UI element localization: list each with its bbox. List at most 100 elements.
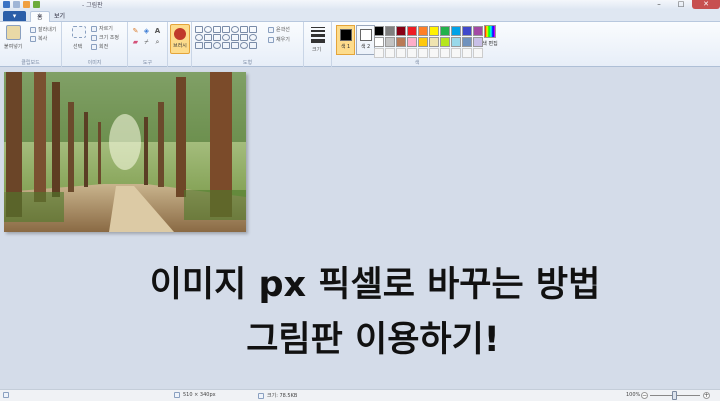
resize-icon [91,34,97,41]
select-icon[interactable] [72,26,86,38]
redo-icon[interactable] [33,1,40,8]
color-picker-icon[interactable]: ⌿ [142,38,151,47]
color-swatch[interactable] [462,48,472,58]
outline-button[interactable]: 윤곽선 [268,26,290,33]
color-swatch[interactable] [451,48,461,58]
color-swatch[interactable] [385,37,395,47]
color-swatch[interactable] [396,26,406,36]
shape-option[interactable] [195,26,203,33]
color-swatch[interactable] [440,48,450,58]
shape-option[interactable] [249,26,257,33]
shape-option[interactable] [240,42,248,49]
cut-button[interactable]: 잘라내기 [30,26,56,33]
color-swatch[interactable] [418,26,428,36]
shape-option[interactable] [213,42,221,49]
pencil-icon[interactable]: ✎ [131,27,140,36]
color-swatch[interactable] [374,37,384,47]
rotate-button[interactable]: 회전 [91,43,108,50]
copy-button[interactable]: 복사 [30,35,47,42]
color-swatch[interactable] [429,37,439,47]
shape-option[interactable] [195,34,203,41]
shape-option[interactable] [222,26,230,33]
color-swatch[interactable] [418,37,428,47]
eraser-icon[interactable]: ▰ [131,38,140,47]
brushes-button[interactable]: 브러시 [170,24,190,54]
magnifier-icon[interactable]: ⌕ [153,38,162,47]
shape-gallery[interactable] [195,26,257,49]
disk-icon [258,392,264,399]
cut-label: 잘라내기 [38,27,57,33]
file-size-label: 크기: 78.5KB [267,393,298,399]
text-tool-icon[interactable]: A [153,27,162,36]
color2-swatch [359,29,372,41]
shape-option[interactable] [240,26,248,33]
paste-icon[interactable] [6,25,21,40]
zoom-out-button[interactable]: − [641,392,648,399]
color-swatch[interactable] [396,48,406,58]
color-swatch[interactable] [407,26,417,36]
fill-button[interactable]: 채우기 [268,36,290,43]
color-swatch[interactable] [407,37,417,47]
close-button[interactable]: ✕ [692,0,720,9]
shape-option[interactable] [249,34,257,41]
shape-option[interactable] [204,34,212,41]
color-swatch[interactable] [440,37,450,47]
shape-option[interactable] [195,42,203,49]
color-swatch[interactable] [451,37,461,47]
color-swatch[interactable] [396,37,406,47]
color1-selector[interactable]: 색 1 [336,25,355,55]
color-swatch[interactable] [374,26,384,36]
color-swatch[interactable] [374,48,384,58]
edit-colors-button[interactable]: 색 편집 [482,25,498,55]
minimize-button[interactable]: – [648,0,670,9]
shape-option[interactable] [204,26,212,33]
save-icon[interactable] [13,1,20,8]
color-swatch[interactable] [451,26,461,36]
zoom-slider-thumb[interactable] [672,391,677,400]
shapes-group-label: 도형 [242,60,253,66]
shape-option[interactable] [213,34,221,41]
fill-bucket-icon[interactable]: ◈ [142,27,151,36]
select-button[interactable]: 선택 [73,43,82,50]
file-menu-button[interactable]: ▾ [3,11,26,21]
size-label: 크기 [312,47,322,53]
paste-button[interactable]: 붙여넣기 [4,43,22,50]
shape-option[interactable] [240,34,248,41]
zoom-in-button[interactable]: + [703,392,710,399]
color-swatch[interactable] [385,48,395,58]
color-wheel-icon [484,25,496,38]
shape-option[interactable] [231,34,239,41]
color-swatch[interactable] [462,26,472,36]
shape-option[interactable] [231,26,239,33]
shape-option[interactable] [249,42,257,49]
color2-selector[interactable]: 색 2 [356,25,375,55]
shape-option[interactable] [213,26,221,33]
color-swatch[interactable] [385,26,395,36]
tab-home[interactable]: 홈 [30,11,50,22]
status-bar: 510 × 340px 크기: 78.5KB 100% − + [0,389,720,401]
shape-option[interactable] [222,34,230,41]
size-group: 크기 [304,22,332,67]
color-swatch[interactable] [462,37,472,47]
crop-button[interactable]: 자르기 [91,25,113,32]
color-swatch[interactable] [440,26,450,36]
resize-button[interactable]: 크기 조정 [91,34,119,41]
shape-option[interactable] [222,42,230,49]
ribbon: 붙여넣기 잘라내기 복사 클립보드 선택 자르기 크기 조정 회전 이미지 ✎ … [0,22,720,67]
color-swatch[interactable] [429,48,439,58]
undo-icon[interactable] [23,1,30,8]
color-swatch[interactable] [407,48,417,58]
tab-view[interactable]: 보기 [48,11,71,22]
shape-option[interactable] [231,42,239,49]
size-lines-icon[interactable] [311,27,325,43]
clipboard-group: 붙여넣기 잘라내기 복사 클립보드 [0,22,62,67]
copy-icon [30,35,36,42]
color-swatch[interactable] [429,26,439,36]
size-button[interactable]: 크기 [312,46,321,53]
color-swatch[interactable] [418,48,428,58]
window-controls: – □ ✕ [648,0,720,10]
shape-option[interactable] [204,42,212,49]
maximize-button[interactable]: □ [670,0,692,9]
rotate-label: 회전 [99,44,109,50]
rotate-icon [91,43,97,50]
